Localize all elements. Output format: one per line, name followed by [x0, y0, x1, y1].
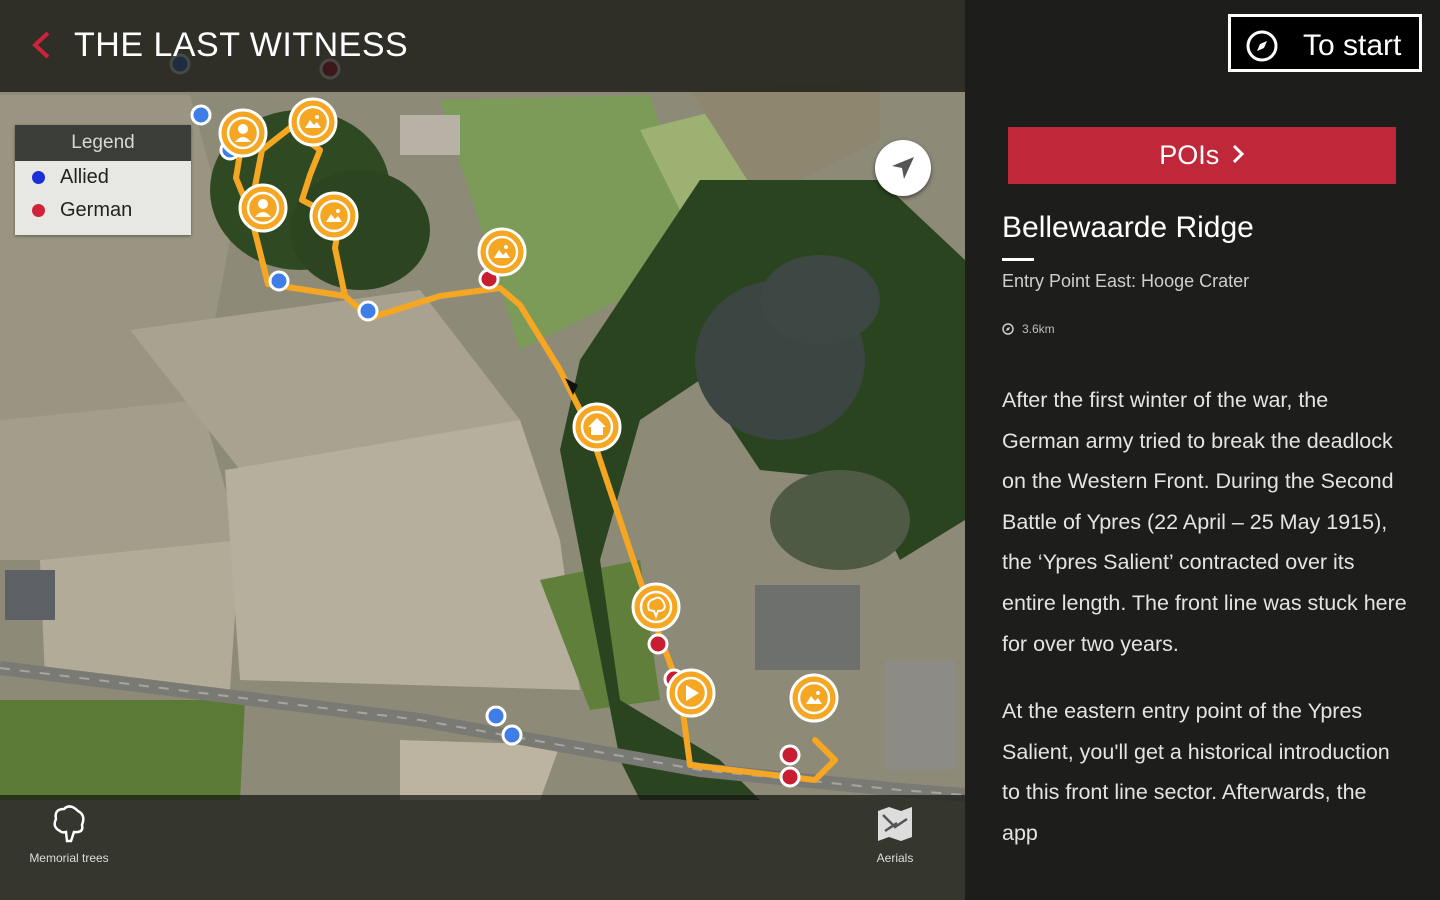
to-start-button[interactable]: To start — [1228, 14, 1422, 72]
legend-item-label: German — [60, 199, 133, 221]
poi-image-1 — [288, 97, 338, 147]
aerials-button[interactable]: Aerials — [850, 805, 940, 865]
bottom-toolbar — [0, 795, 965, 900]
compass-icon — [1002, 323, 1014, 335]
poi-image-2 — [309, 191, 359, 241]
poi-person-2 — [238, 183, 288, 233]
poi-distance: 3.6km — [1002, 322, 1055, 336]
aerial-map[interactable]: THE LAST WITNESS Legend Allied German Me… — [0, 0, 965, 900]
poi-title: Bellewaarde Ridge — [1002, 211, 1254, 244]
navigation-arrow-icon — [892, 157, 914, 179]
tree-icon — [53, 805, 85, 843]
compass-icon — [1246, 30, 1278, 62]
poi-image-4 — [789, 673, 839, 723]
description-paragraph: After the first winter of the war, the G… — [1002, 388, 1407, 656]
legend-item-label: Allied — [60, 166, 109, 188]
poi-description: After the first winter of the war, the G… — [1002, 380, 1407, 881]
to-start-label: To start — [1303, 29, 1402, 62]
description-paragraph: At the eastern entry point of the Ypres … — [1002, 699, 1390, 845]
memorial-trees-label: Memorial trees — [29, 851, 109, 865]
back-chevron-icon[interactable] — [28, 30, 54, 60]
legend-header: Legend — [15, 125, 191, 161]
poi-tree — [631, 582, 681, 632]
legend-item-allied: Allied — [15, 161, 191, 194]
poi-subtitle: Entry Point East: Hooge Crater — [1002, 271, 1250, 291]
pois-label: POIs — [1159, 140, 1220, 170]
poi-image-3 — [477, 227, 527, 277]
german-dot-icon — [32, 204, 45, 217]
aerials-label: Aerials — [876, 851, 914, 865]
aerial-map-icon — [878, 807, 912, 841]
poi-home — [572, 402, 622, 452]
app-title: THE LAST WITNESS — [74, 26, 409, 64]
allied-dot-icon — [32, 171, 45, 184]
poi-play — [666, 668, 716, 718]
poi-person-1 — [218, 108, 268, 158]
chevron-right-icon — [1232, 144, 1244, 164]
memorial-trees-button[interactable]: Memorial trees — [24, 805, 114, 865]
pois-button[interactable]: POIs — [1008, 127, 1396, 184]
map-legend: Legend Allied German — [15, 125, 191, 235]
locate-me-button[interactable] — [875, 140, 931, 196]
title-divider — [1002, 258, 1034, 261]
distance-value: 3.6km — [1022, 322, 1055, 336]
legend-item-german: German — [15, 194, 191, 227]
